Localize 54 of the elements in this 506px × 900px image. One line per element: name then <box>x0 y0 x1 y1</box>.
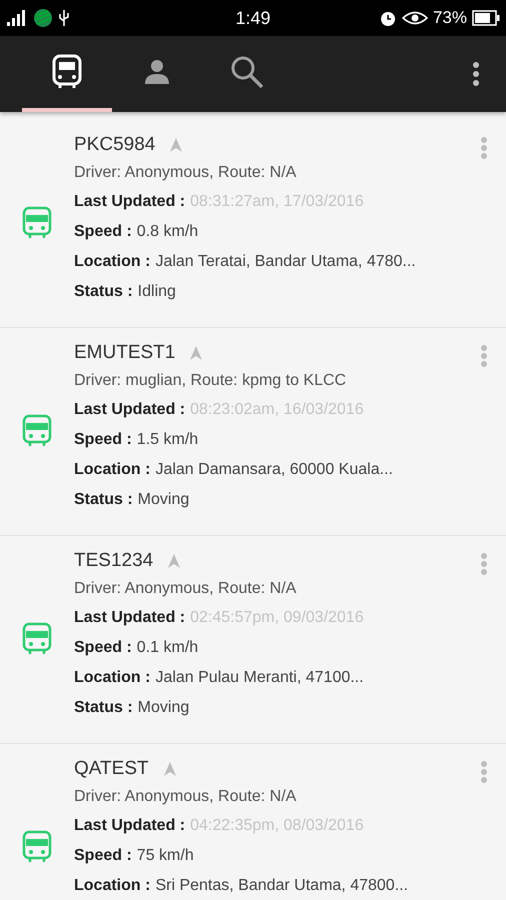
field-value: Jalan Damansara, 60000 Kuala... <box>155 461 393 478</box>
bus-icon <box>22 206 52 240</box>
vehicle-plate: QATEST <box>74 757 149 781</box>
bus-icon <box>22 414 52 448</box>
battery-icon <box>472 10 500 26</box>
field-value: 0.1 km/h <box>136 639 198 656</box>
field-value: Moving <box>138 699 190 716</box>
field-value: Jalan Pulau Meranti, 47100... <box>155 669 364 686</box>
field-label: Last Updated : <box>74 401 186 418</box>
vehicle-plate: TES1234 <box>74 549 154 573</box>
arrow-icon <box>162 761 177 777</box>
arrow-icon <box>167 553 182 569</box>
usb-icon <box>58 9 70 27</box>
eye-icon <box>402 10 428 26</box>
search-icon <box>230 55 264 89</box>
field-label: Location : <box>74 461 150 478</box>
field-label: Last Updated : <box>74 817 186 834</box>
field-label: Location : <box>74 669 150 686</box>
field-label: Speed : <box>74 847 132 864</box>
field-label: Speed : <box>74 639 132 656</box>
field-label: Status : <box>74 491 133 508</box>
field-value: 1.5 km/h <box>136 431 198 448</box>
more-icon[interactable] <box>472 61 480 87</box>
driver-route: Driver: Anonymous, Route: N/A <box>74 163 298 183</box>
field-label: Location : <box>74 877 150 894</box>
field-label: Status : <box>74 699 133 716</box>
vehicle-plate: PKC5984 <box>74 133 156 157</box>
field-value: Idling <box>138 283 176 300</box>
battery-percent: 73% <box>432 8 467 28</box>
field-label: Status : <box>74 283 133 300</box>
field-label: Speed : <box>74 431 132 448</box>
field-value: Moving <box>138 491 190 508</box>
driver-route: Driver: Anonymous, Route: N/A <box>74 787 298 807</box>
field-value: 75 km/h <box>136 847 194 864</box>
alarm-icon <box>378 9 397 27</box>
vehicle-plate: EMUTEST1 <box>74 341 176 365</box>
field-value: Sri Pentas, Bandar Utama, 47800... <box>155 877 408 894</box>
bus-icon <box>22 830 52 864</box>
bus-icon <box>51 54 83 90</box>
field-label: Last Updated : <box>74 609 186 626</box>
signal-icon <box>6 9 28 27</box>
person-icon <box>143 58 171 86</box>
arrow-icon <box>169 137 184 153</box>
arrow-icon <box>189 345 204 361</box>
driver-route: Driver: muglian, Route: kpmg to KLCC <box>74 371 348 391</box>
driver-route: Driver: Anonymous, Route: N/A <box>74 579 298 599</box>
field-value: 0.8 km/h <box>136 223 198 240</box>
clock-time: 1:49 <box>235 8 271 28</box>
field-label: Speed : <box>74 223 132 240</box>
field-label: Location : <box>74 253 150 270</box>
bus-icon <box>22 622 52 656</box>
field-label: Last Updated : <box>74 193 186 210</box>
field-value: Jalan Teratai, Bandar Utama, 4780... <box>155 253 416 270</box>
globe-icon <box>33 8 53 28</box>
